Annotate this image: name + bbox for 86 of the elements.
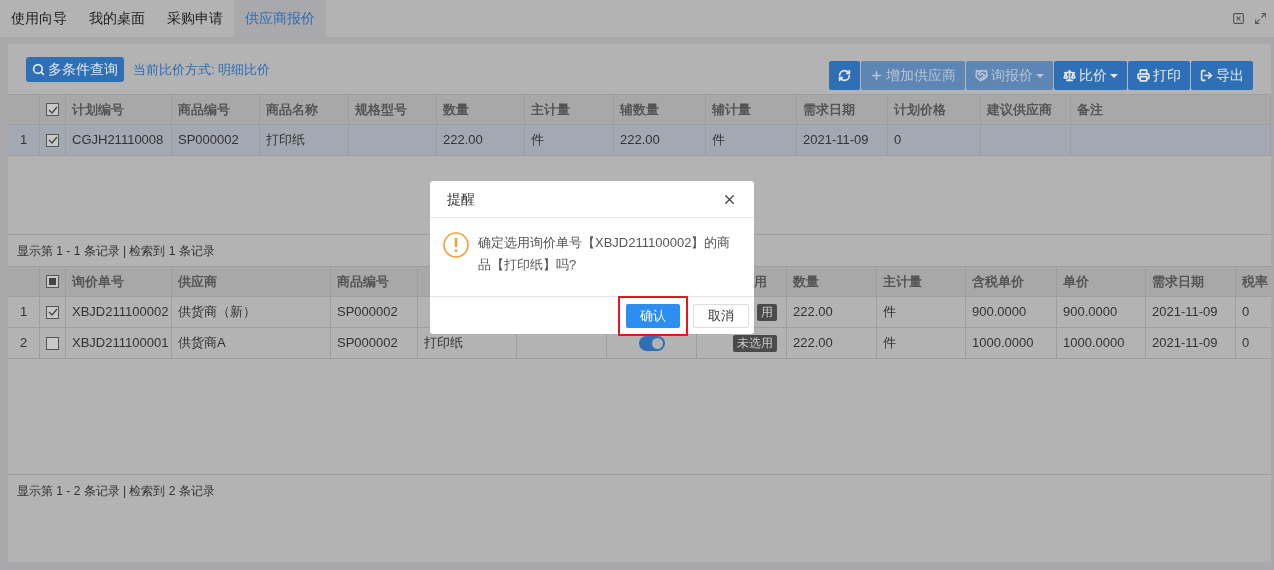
printer-icon <box>1137 69 1150 82</box>
column-header: 辅计量 <box>712 100 751 119</box>
scale-icon <box>1063 69 1076 82</box>
plus-icon <box>870 69 883 82</box>
column-header: 主计量 <box>531 100 570 119</box>
column-header: 数量 <box>793 272 819 291</box>
tab[interactable]: 供应商报价 <box>234 0 326 37</box>
dialog-title: 提醒 <box>447 189 475 209</box>
table-cell-text: 件 <box>531 131 544 150</box>
column-header: 商品名称 <box>266 100 318 119</box>
refresh-icon <box>838 69 851 82</box>
column-header: 辅数量 <box>620 100 659 119</box>
table-cell-text: 件 <box>883 334 896 353</box>
column-header: 询价单号 <box>72 272 124 291</box>
table-cell-text: 件 <box>712 131 725 150</box>
fullscreen-icon[interactable] <box>1254 12 1267 25</box>
column-header: 供应商 <box>178 272 217 291</box>
table-cell-text: 222.00 <box>793 334 833 353</box>
cancel-button[interactable]: 取消 <box>693 303 749 328</box>
row-number: 2 <box>19 334 28 353</box>
search-button[interactable]: 多条件查询 <box>26 57 124 82</box>
column-header: 计划编号 <box>72 100 124 119</box>
exit-icon <box>1200 69 1213 82</box>
status-badge: 用 <box>757 303 777 321</box>
column-header: 用 <box>754 272 767 291</box>
column-header: 需求日期 <box>803 100 855 119</box>
tab[interactable]: 使用向导 <box>0 0 78 37</box>
table-cell-text: SP000002 <box>337 303 398 322</box>
table-cell-text: 0 <box>1242 303 1250 322</box>
table-cell-text: 222.00 <box>793 303 833 322</box>
toolbar-button[interactable]: 打印 <box>1128 61 1190 90</box>
table-cell-text: 900.0000 <box>1063 303 1118 322</box>
column-header: 数量 <box>443 100 469 119</box>
tab[interactable]: 我的桌面 <box>78 0 156 37</box>
checkbox[interactable] <box>46 305 59 319</box>
table-cell-text: 900.0000 <box>972 303 1027 322</box>
column-header: 计划价格 <box>894 100 946 119</box>
column-header: 含税单价 <box>972 272 1024 291</box>
table-cell-text: 件 <box>883 303 896 322</box>
compare-mode-label: 当前比价方式: 明细比价 <box>133 60 271 79</box>
checkbox[interactable] <box>46 103 59 116</box>
toolbar-button[interactable] <box>829 61 860 90</box>
column-header: 商品编号 <box>178 100 230 119</box>
pager-text: 显示第 1 - 1 条记录 | 检索到 1 条记录 <box>17 242 215 260</box>
column-header: 商品编号 <box>337 272 389 291</box>
table-cell-text: 222.00 <box>443 131 483 150</box>
table-row[interactable]: 1 CGJH21110008 SP000002 打印纸 222.00 件 222.00 件 2021-11-09 0 <box>8 125 1271 156</box>
column-header: 备注 <box>1077 100 1103 119</box>
confirm-button[interactable]: 确认 <box>626 303 680 328</box>
toolbar-button[interactable]: 比价 <box>1054 61 1127 90</box>
table-cell-text: 供货商（新） <box>178 303 256 322</box>
checkbox[interactable] <box>46 336 59 350</box>
table-cell-text: 供货商A <box>178 334 226 353</box>
table-cell-text: 2021-11-09 <box>1152 303 1218 322</box>
checkbox[interactable] <box>46 133 59 147</box>
column-header: 单价 <box>1063 272 1089 291</box>
table-cell-text: SP000002 <box>178 131 239 150</box>
table-cell-text: SP000002 <box>337 334 398 353</box>
table-cell-text: 1000.0000 <box>972 334 1034 353</box>
handshake-icon <box>975 69 988 82</box>
status-badge: 未选用 <box>733 334 777 352</box>
warning-icon <box>443 232 469 258</box>
table-cell-text: CGJH21110008 <box>72 131 164 150</box>
table-cell-text: 2021-11-09 <box>803 131 869 150</box>
table-cell-text: XBJD211100001 <box>72 334 169 353</box>
table-cell-text: 1000.0000 <box>1063 334 1125 353</box>
table-cell-text: 0 <box>894 131 902 150</box>
tab[interactable]: 采购申请 <box>156 0 234 37</box>
toolbar-button[interactable]: 导出 <box>1191 61 1253 90</box>
column-header: 税率 <box>1242 272 1268 291</box>
column-header: 需求日期 <box>1152 272 1204 291</box>
table-cell-text: 打印纸 <box>266 131 305 150</box>
row-number: 1 <box>19 303 28 322</box>
search-icon <box>32 63 45 76</box>
dialog-message: 确定选用询价单号【XBJD211100002】的商品【打印纸】吗? <box>478 234 732 274</box>
column-header: 建议供应商 <box>987 100 1052 119</box>
table-cell-text: 2021-11-09 <box>1152 334 1218 353</box>
column-header: 主计量 <box>883 272 922 291</box>
table-cell-text: 0 <box>1242 334 1250 353</box>
table-cell-text: 222.00 <box>620 131 660 150</box>
pager-text: 显示第 1 - 2 条记录 | 检索到 2 条记录 <box>17 482 215 500</box>
table-cell-text: 打印纸 <box>424 334 463 353</box>
checkbox[interactable] <box>46 275 59 288</box>
row-number: 1 <box>19 131 28 150</box>
table-cell-text: XBJD211100002 <box>72 303 169 322</box>
column-header: 规格型号 <box>355 100 407 119</box>
